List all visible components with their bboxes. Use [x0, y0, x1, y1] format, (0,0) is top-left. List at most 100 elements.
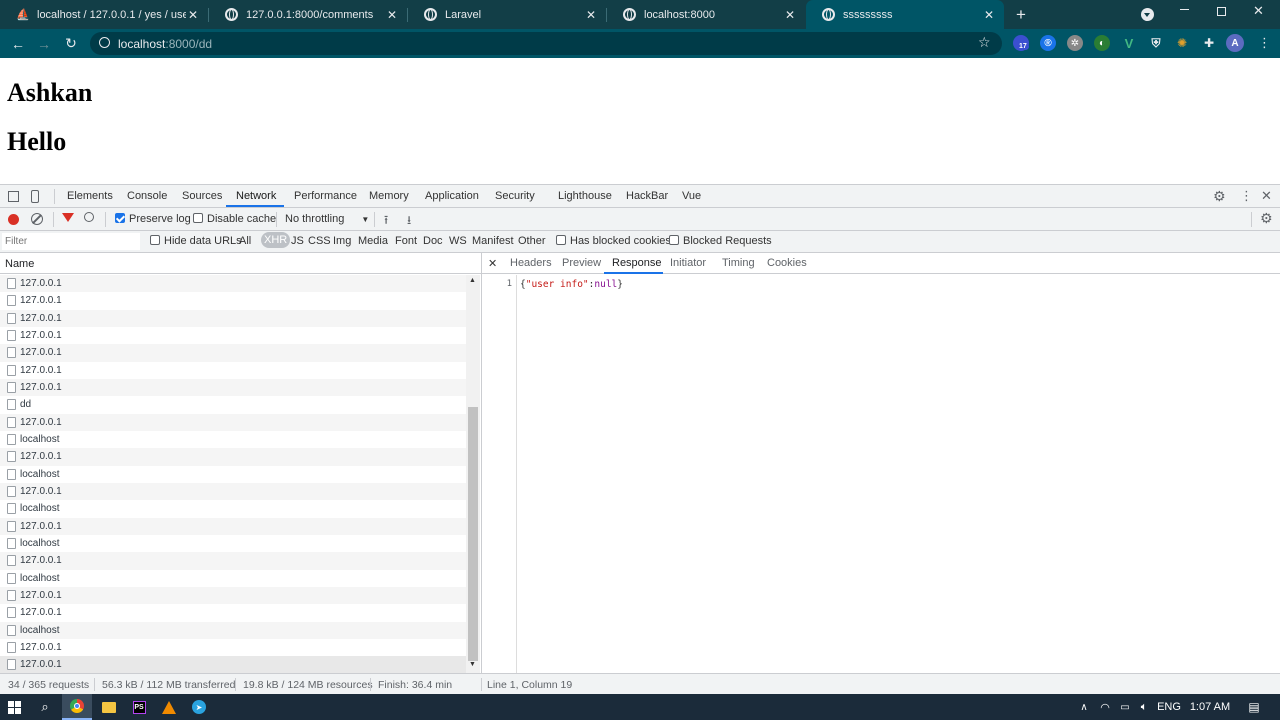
- scrollbar-thumb[interactable]: [468, 407, 478, 661]
- maximize-icon[interactable]: [1217, 7, 1226, 16]
- name-column-header[interactable]: Name: [0, 253, 481, 274]
- browser-tab-phpmyadmin[interactable]: ⛵ localhost / 127.0.0.1 / yes / users ✕: [0, 0, 208, 29]
- device-toolbar-icon[interactable]: [31, 190, 39, 203]
- browser-tab-laravel[interactable]: Laravel ✕: [408, 0, 606, 29]
- shield-icon[interactable]: ⛨: [1148, 35, 1164, 51]
- preserve-log-checkbox[interactable]: Preserve log: [115, 213, 191, 225]
- devtools-tab-elements[interactable]: Elements: [67, 190, 113, 202]
- request-row[interactable]: 127.0.0.1: [0, 292, 466, 309]
- detail-tab-preview[interactable]: Preview: [562, 257, 601, 269]
- inspect-element-icon[interactable]: [8, 191, 19, 202]
- checkbox-unchecked[interactable]: [556, 235, 566, 245]
- clear-icon[interactable]: [31, 213, 43, 225]
- filter-type-img[interactable]: Img: [333, 235, 351, 247]
- extension-icon-color[interactable]: ◐: [1094, 35, 1110, 51]
- reload-button[interactable]: ↻: [58, 29, 84, 58]
- minimize-icon[interactable]: [1180, 9, 1189, 10]
- devtools-tab-network[interactable]: Network: [236, 190, 276, 202]
- request-row[interactable]: 127.0.0.1: [0, 448, 466, 466]
- detail-tab-response[interactable]: Response: [612, 257, 662, 269]
- profile-avatar[interactable]: A: [1226, 34, 1244, 52]
- filter-type-css[interactable]: CSS: [308, 235, 331, 247]
- filter-type-manifest[interactable]: Manifest: [472, 235, 514, 247]
- clock[interactable]: 1:07 AM: [1188, 694, 1232, 720]
- bookmark-star-icon[interactable]: ☆: [978, 34, 991, 51]
- taskbar-telegram[interactable]: ➤: [186, 694, 212, 720]
- extension-icon-sun[interactable]: ✺: [1174, 35, 1190, 51]
- blocked-requests-checkbox[interactable]: Blocked Requests: [669, 235, 772, 247]
- devtools-tab-lighthouse[interactable]: Lighthouse: [558, 190, 612, 202]
- browser-tab-comments[interactable]: 127.0.0.1:8000/comments ✕: [209, 0, 407, 29]
- close-tab-icon[interactable]: ✕: [186, 8, 200, 22]
- extension-icon-badge[interactable]: 17: [1013, 35, 1029, 51]
- close-tab-icon[interactable]: ✕: [584, 8, 598, 22]
- request-row[interactable]: 127.0.0.1: [0, 378, 466, 397]
- request-row-selected[interactable]: dd: [0, 396, 466, 414]
- scroll-down-arrow-icon[interactable]: ▼: [469, 661, 476, 668]
- browser-menu-icon[interactable]: ⋮: [1258, 35, 1271, 51]
- checkbox-unchecked[interactable]: [669, 235, 679, 245]
- request-row[interactable]: localhost: [0, 621, 466, 639]
- filter-type-media[interactable]: Media: [358, 235, 388, 247]
- request-row[interactable]: 127.0.0.1: [0, 275, 466, 293]
- request-row[interactable]: 127.0.0.1: [0, 604, 466, 621]
- request-row[interactable]: 127.0.0.1: [0, 552, 466, 570]
- disable-cache-checkbox[interactable]: Disable cache: [193, 213, 276, 225]
- taskbar-search-button[interactable]: ⌕: [32, 694, 58, 720]
- detail-tab-headers[interactable]: Headers: [510, 257, 552, 269]
- request-row[interactable]: 127.0.0.1: [0, 656, 466, 673]
- settings-gear-icon[interactable]: ⚙: [1213, 188, 1226, 205]
- filter-type-js[interactable]: JS: [291, 235, 304, 247]
- filter-type-doc[interactable]: Doc: [423, 235, 443, 247]
- checkbox-unchecked[interactable]: [193, 213, 203, 223]
- info-icon[interactable]: [99, 37, 110, 48]
- request-row[interactable]: 127.0.0.1: [0, 482, 466, 501]
- request-row[interactable]: 127.0.0.1: [0, 344, 466, 362]
- close-tab-icon[interactable]: ✕: [385, 8, 399, 22]
- request-row[interactable]: 127.0.0.1: [0, 309, 466, 327]
- taskbar-file-explorer[interactable]: [96, 694, 122, 720]
- detail-tab-cookies[interactable]: Cookies: [767, 257, 807, 269]
- devtools-menu-icon[interactable]: ⋮: [1240, 188, 1253, 204]
- taskbar-phpstorm[interactable]: PS: [126, 694, 152, 720]
- filter-type-all[interactable]: All: [239, 235, 251, 247]
- devtools-tab-hackbar[interactable]: HackBar: [626, 190, 668, 202]
- filter-type-other[interactable]: Other: [518, 235, 546, 247]
- language-indicator[interactable]: ENG: [1155, 694, 1183, 720]
- devtools-tab-memory[interactable]: Memory: [369, 190, 409, 202]
- browser-tab-active[interactable]: sssssssss ✕: [806, 0, 1004, 29]
- extensions-puzzle-icon[interactable]: ✚: [1201, 35, 1217, 51]
- filter-type-ws[interactable]: WS: [449, 235, 467, 247]
- request-row[interactable]: 127.0.0.1: [0, 586, 466, 605]
- devtools-tab-console[interactable]: Console: [127, 190, 167, 202]
- extension-icon-gear[interactable]: ✲: [1067, 35, 1083, 51]
- has-blocked-cookies-checkbox[interactable]: Has blocked cookies: [556, 235, 671, 247]
- request-row[interactable]: 127.0.0.1: [0, 517, 466, 535]
- back-button[interactable]: ←: [5, 29, 31, 58]
- filter-type-font[interactable]: Font: [395, 235, 417, 247]
- request-row[interactable]: localhost: [0, 535, 466, 552]
- hide-data-urls-checkbox[interactable]: Hide data URLs: [150, 235, 242, 247]
- close-tab-icon[interactable]: ✕: [982, 8, 996, 22]
- network-settings-icon[interactable]: ⚙: [1260, 210, 1273, 227]
- import-har-icon[interactable]: ⭱: [384, 211, 388, 232]
- search-icon[interactable]: [84, 212, 94, 222]
- request-row[interactable]: localhost: [0, 466, 466, 483]
- new-tab-button[interactable]: +: [1010, 0, 1032, 29]
- volume-icon[interactable]: 🔈︎: [1135, 694, 1153, 720]
- taskbar-vlc[interactable]: [156, 694, 182, 720]
- taskbar-chrome[interactable]: [62, 694, 92, 720]
- devtools-tab-performance[interactable]: Performance: [294, 190, 357, 202]
- extension-icon-r[interactable]: ®: [1040, 35, 1056, 51]
- request-row[interactable]: 127.0.0.1: [0, 327, 466, 344]
- notifications-icon[interactable]: ▤: [1242, 694, 1266, 720]
- request-row[interactable]: localhost: [0, 431, 466, 448]
- close-devtools-icon[interactable]: ✕: [1261, 188, 1272, 204]
- filter-funnel-icon[interactable]: [62, 213, 74, 222]
- request-row[interactable]: 127.0.0.1: [0, 413, 466, 431]
- windows-start-button[interactable]: [0, 694, 28, 720]
- detail-tab-timing[interactable]: Timing: [722, 257, 755, 269]
- forward-button[interactable]: →: [31, 29, 57, 58]
- address-bar[interactable]: localhost:8000/dd ☆: [90, 32, 1002, 55]
- export-har-icon[interactable]: ⭳: [407, 211, 411, 232]
